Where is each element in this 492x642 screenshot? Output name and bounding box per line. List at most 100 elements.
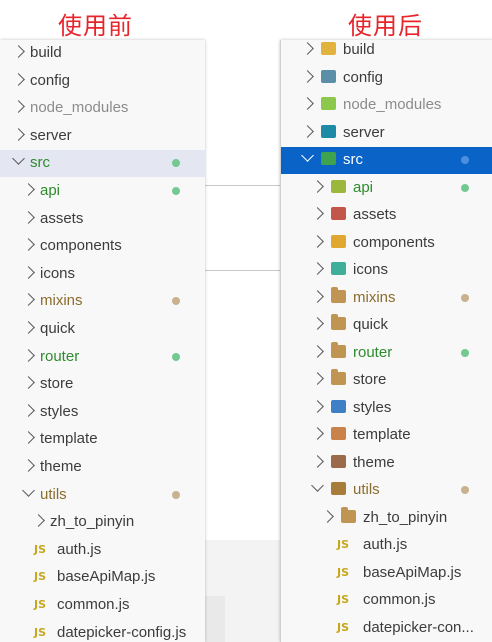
chevron-right-icon[interactable] (22, 183, 35, 196)
before-title: 使用前 (58, 12, 133, 40)
chevron-right-icon[interactable] (301, 97, 314, 110)
tree-item-styles[interactable]: styles (281, 395, 492, 422)
git-status-dot (172, 159, 180, 168)
tree-item-build[interactable]: build (0, 40, 205, 67)
tree-item-datepicker-con[interactable]: JS datepicker-con... (281, 615, 492, 642)
chevron-right-icon[interactable] (321, 509, 334, 523)
tree-item-label: build (30, 44, 62, 61)
git-status-dot (461, 183, 469, 192)
chevron-down-icon[interactable] (22, 483, 35, 497)
chevron-right-icon[interactable] (12, 72, 25, 86)
chevron-right-icon[interactable] (22, 265, 35, 279)
tree-item-baseapimap-js[interactable]: JS baseApiMap.js (281, 560, 492, 587)
chevron-right-icon[interactable] (311, 344, 324, 358)
chevron-right-icon[interactable] (311, 399, 324, 413)
tree-item-router[interactable]: router (281, 340, 492, 367)
chevron-right-icon[interactable] (22, 403, 35, 417)
tree-item-mixins[interactable]: mixins (281, 285, 492, 312)
tree-item-label: datepicker-config.js (57, 623, 187, 641)
chevron-right-icon[interactable] (311, 454, 324, 468)
chevron-down-icon[interactable] (12, 152, 25, 166)
tree-item-common-js[interactable]: JS common.js (281, 587, 492, 614)
chevron-right-icon[interactable] (32, 514, 45, 528)
tree-item-api[interactable]: api (281, 175, 492, 202)
tree-item-config[interactable]: config (281, 65, 492, 92)
javascript-file-icon: JS (337, 620, 350, 634)
git-status-dot (172, 297, 180, 306)
chevron-right-icon[interactable] (311, 179, 324, 193)
chevron-right-icon[interactable] (12, 45, 25, 58)
tree-item-label: auth.js (363, 536, 408, 553)
tree-item-node-modules[interactable]: node_modules (281, 92, 492, 119)
chevron-right-icon[interactable] (22, 293, 35, 307)
chevron-right-icon[interactable] (22, 238, 35, 252)
tree-item-auth-js[interactable]: JS auth.js (281, 532, 492, 559)
assets-folder-icon (331, 207, 346, 220)
tree-item-template[interactable]: template (0, 426, 205, 453)
tree-item-store[interactable]: store (281, 367, 492, 394)
chevron-right-icon[interactable] (301, 69, 314, 83)
chevron-right-icon[interactable] (22, 210, 35, 224)
tree-item-zh-to-pinyin[interactable]: zh_to_pinyin (0, 509, 205, 536)
chevron-right-icon[interactable] (311, 262, 324, 275)
tree-item-components[interactable]: components (281, 230, 492, 257)
tree-item-utils[interactable]: utils (281, 477, 492, 504)
chevron-right-icon[interactable] (22, 459, 35, 472)
chevron-right-icon[interactable] (311, 372, 324, 385)
tree-item-label: config (30, 71, 71, 89)
chevron-right-icon[interactable] (22, 376, 35, 390)
tree-item-label: components (40, 237, 122, 255)
tree-item-label: common.js (57, 596, 130, 613)
tree-item-config[interactable]: config (0, 68, 205, 95)
chevron-right-icon[interactable] (311, 427, 324, 440)
tree-item-server[interactable]: server (281, 120, 492, 147)
tree-item-baseapimap-js[interactable]: JS baseApiMap.js (0, 564, 205, 591)
chevron-right-icon[interactable] (22, 321, 35, 334)
tree-item-zh-to-pinyin[interactable]: zh_to_pinyin (281, 505, 492, 532)
tree-item-common-js[interactable]: JS common.js (0, 592, 205, 619)
divider (205, 270, 280, 271)
tree-item-template[interactable]: template (281, 422, 492, 449)
tree-item-datepicker-config-js[interactable]: JS datepicker-config.js (0, 620, 205, 642)
chevron-right-icon[interactable] (301, 42, 314, 55)
chevron-down-icon[interactable] (311, 479, 324, 492)
chevron-right-icon[interactable] (22, 431, 35, 445)
tree-item-theme[interactable]: theme (281, 450, 492, 477)
tree-item-styles[interactable]: styles (0, 399, 205, 426)
tree-item-src[interactable]: src (281, 147, 492, 174)
chevron-right-icon[interactable] (12, 127, 25, 141)
tree-item-build[interactable]: build (281, 40, 492, 64)
chevron-right-icon[interactable] (311, 317, 324, 330)
tree-item-router[interactable]: router (0, 344, 205, 371)
tree-item-mixins[interactable]: mixins (0, 288, 205, 315)
tree-item-label: styles (353, 398, 392, 416)
chevron-down-icon[interactable] (301, 149, 314, 162)
chevron-right-icon[interactable] (311, 207, 324, 220)
tree-item-node-modules[interactable]: node_modules (0, 95, 205, 122)
tree-item-icons[interactable]: icons (0, 261, 205, 288)
chevron-right-icon[interactable] (12, 100, 25, 114)
javascript-file-icon: JS (337, 565, 350, 579)
chevron-right-icon[interactable] (311, 234, 324, 248)
tree-item-src[interactable]: src (0, 150, 205, 178)
tree-item-quick[interactable]: quick (0, 316, 205, 343)
tree-item-assets[interactable]: assets (281, 202, 492, 229)
tree-item-label: mixins (40, 292, 83, 310)
tree-item-server[interactable]: server (0, 123, 205, 150)
chevron-right-icon[interactable] (22, 348, 35, 362)
tree-item-assets[interactable]: assets (0, 206, 205, 233)
tree-item-icons[interactable]: icons (281, 257, 492, 284)
chevron-right-icon[interactable] (301, 124, 314, 138)
tree-item-quick[interactable]: quick (281, 312, 492, 339)
tree-item-utils[interactable]: utils (0, 482, 205, 509)
config-folder-icon (321, 69, 336, 83)
tree-item-label: server (30, 126, 72, 144)
tree-item-auth-js[interactable]: JS auth.js (0, 537, 205, 564)
tree-item-components[interactable]: components (0, 233, 205, 260)
tree-item-theme[interactable]: theme (0, 454, 205, 481)
tree-item-api[interactable]: api (0, 178, 205, 205)
tree-item-store[interactable]: store (0, 371, 205, 398)
tree-item-label: router (40, 347, 80, 365)
git-status-dot (172, 352, 180, 361)
chevron-right-icon[interactable] (311, 289, 324, 303)
